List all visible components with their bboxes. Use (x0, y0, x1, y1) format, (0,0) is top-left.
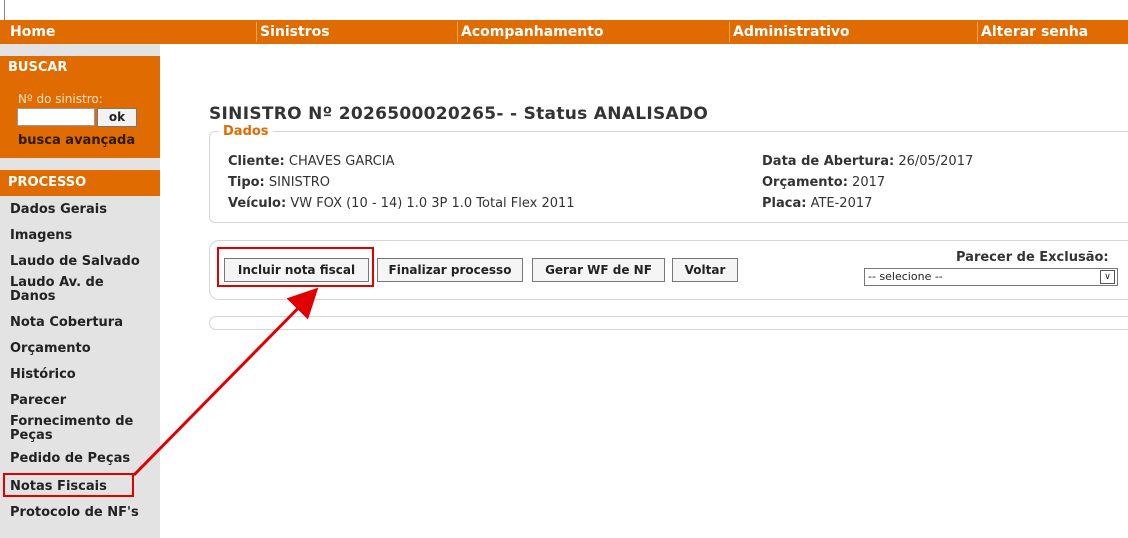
data-legend: Dados (219, 124, 273, 139)
cliente-row: Cliente: CHAVES GARCIA (228, 154, 394, 169)
incluir-nota-fiscal-button[interactable]: Incluir nota fiscal (224, 258, 369, 282)
advanced-search-link[interactable]: busca avançada (18, 133, 135, 148)
abertura-label: Data de Abertura: (762, 154, 895, 169)
abertura-row: Data de Abertura: 26/05/2017 (762, 154, 973, 169)
nav-separator (729, 22, 730, 42)
parecer-exclusao-select[interactable]: -- selecione -- ∨ (864, 268, 1118, 286)
nav-separator (977, 22, 978, 42)
voltar-button[interactable]: Voltar (672, 258, 738, 282)
ok-button[interactable]: ok (97, 108, 137, 127)
finalizar-processo-button[interactable]: Finalizar processo (377, 258, 523, 282)
menu-item-parecer[interactable]: Parecer (10, 394, 155, 408)
menu-item-orcamento[interactable]: Orçamento (10, 342, 155, 356)
menu-item-imagens[interactable]: Imagens (10, 229, 155, 243)
menu-item-nota-cobertura[interactable]: Nota Cobertura (10, 316, 155, 330)
top-strip (0, 0, 1128, 20)
parecer-selected-value: -- selecione -- (868, 270, 943, 283)
orcamento-value: 2017 (852, 175, 886, 190)
search-panel-title: BUSCAR (8, 60, 68, 75)
chevron-down-icon[interactable]: ∨ (1100, 270, 1115, 284)
gerar-wf-nf-button[interactable]: Gerar WF de NF (532, 258, 665, 282)
abertura-value: 26/05/2017 (898, 154, 974, 169)
menu-item-fornecimento-pecas[interactable]: Fornecimento de Peças (10, 415, 150, 443)
tipo-label: Tipo: (228, 175, 265, 190)
menu-item-dados-gerais[interactable]: Dados Gerais (10, 203, 155, 217)
menu-item-historico[interactable]: Histórico (10, 368, 155, 382)
orcamento-row: Orçamento: 2017 (762, 175, 885, 190)
search-panel: BUSCAR Nº do sinistro: ok busca avançada (0, 56, 160, 158)
nav-sinistros[interactable]: Sinistros (260, 20, 330, 44)
nav-acompanhamento[interactable]: Acompanhamento (461, 20, 604, 44)
process-section-title: PROCESSO (0, 170, 160, 196)
nav-separator (256, 22, 257, 42)
menu-item-laudo-salvado[interactable]: Laudo de Salvado (10, 255, 155, 269)
veiculo-value: VW FOX (10 - 14) 1.0 3P 1.0 Total Flex 2… (290, 196, 575, 211)
nav-home[interactable]: Home (10, 20, 55, 44)
placa-label: Placa: (762, 196, 807, 211)
menu-item-laudo-danos[interactable]: Laudo Av. de Danos (10, 276, 130, 304)
placa-row: Placa: ATE-2017 (762, 196, 872, 211)
empty-panel (209, 316, 1128, 330)
claim-number-input[interactable] (17, 108, 95, 126)
nav-administrativo[interactable]: Administrativo (733, 20, 850, 44)
menu-item-notas-fiscais[interactable]: Notas Fiscais (10, 480, 155, 494)
top-divider (4, 0, 5, 20)
parecer-exclusao-label: Parecer de Exclusão: (956, 250, 1109, 265)
menu-item-pedido-pecas[interactable]: Pedido de Peças (10, 452, 155, 466)
top-navigation: Home Sinistros Acompanhamento Administra… (0, 20, 1128, 44)
cliente-value: CHAVES GARCIA (288, 154, 395, 169)
veiculo-row: Veículo: VW FOX (10 - 14) 1.0 3P 1.0 Tot… (228, 196, 575, 211)
nav-separator (457, 22, 458, 42)
veiculo-label: Veículo: (228, 196, 287, 211)
page-title: SINISTRO Nº 2026500020265- - Status ANAL… (209, 104, 709, 124)
tipo-value: SINISTRO (268, 175, 331, 190)
menu-item-protocolo-nf[interactable]: Protocolo de NF's (10, 506, 155, 520)
cliente-label: Cliente: (228, 154, 285, 169)
claim-number-label: Nº do sinistro: (18, 92, 103, 106)
nav-alterar-senha[interactable]: Alterar senha (981, 20, 1088, 44)
orcamento-label: Orçamento: (762, 175, 848, 190)
placa-value: ATE-2017 (810, 196, 873, 211)
tipo-row: Tipo: SINISTRO (228, 175, 330, 190)
